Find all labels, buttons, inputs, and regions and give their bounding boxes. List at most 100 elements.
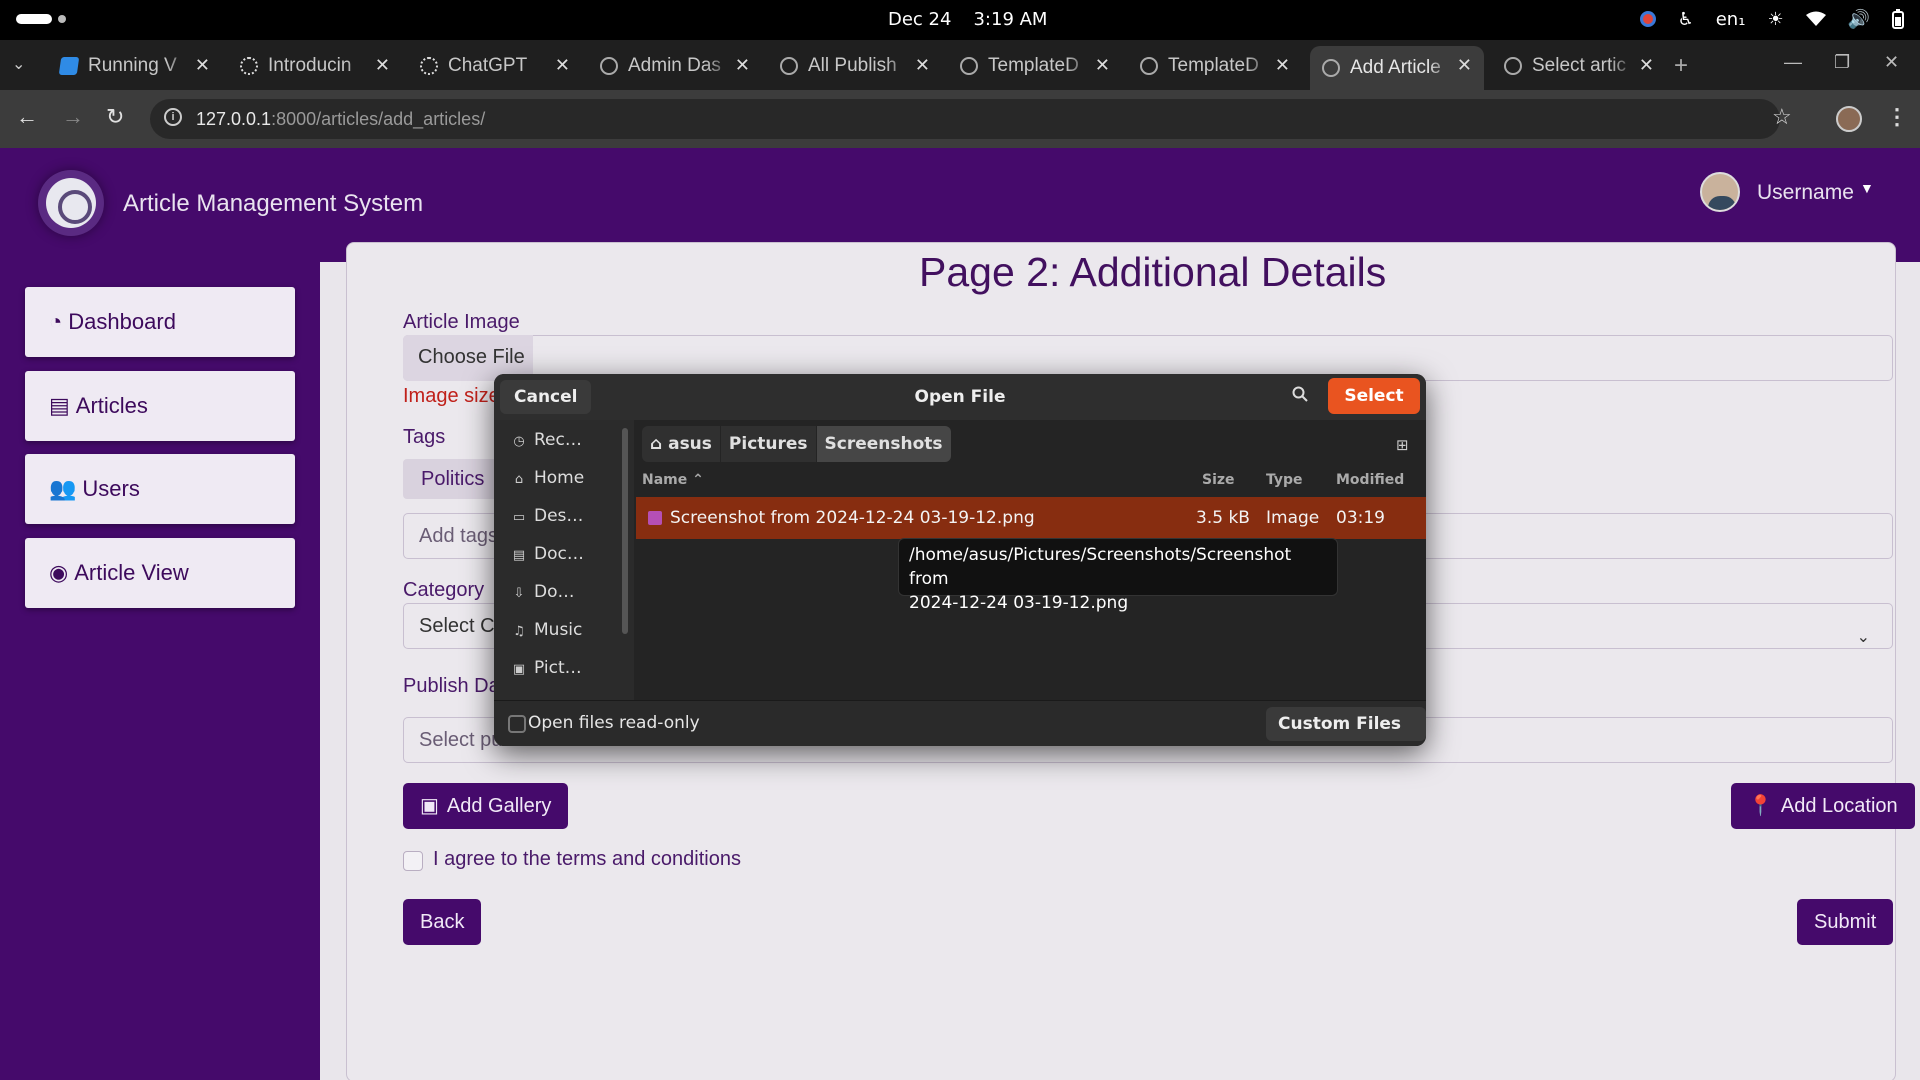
- select-button[interactable]: Select: [1328, 378, 1420, 414]
- minimize-icon[interactable]: —: [1784, 52, 1802, 73]
- new-tab-button[interactable]: +: [1674, 52, 1688, 80]
- browser-tab[interactable]: All Publish ✕: [768, 46, 942, 86]
- place-label: Home: [534, 468, 585, 488]
- place-label: Doc…: [534, 544, 584, 564]
- user-avatar[interactable]: [1700, 172, 1740, 212]
- search-icon[interactable]: [1292, 386, 1308, 406]
- address-bar[interactable]: i 127.0.0.1:8000/articles/add_articles/: [150, 99, 1780, 139]
- breadcrumb-pictures[interactable]: Pictures: [720, 426, 816, 462]
- activities-indicator[interactable]: [16, 14, 52, 24]
- add-location-button[interactable]: 📍 Add Location: [1731, 783, 1915, 829]
- back-button[interactable]: Back: [403, 899, 482, 945]
- grid-view-icon[interactable]: ⊞: [1396, 436, 1409, 454]
- profile-avatar[interactable]: [1836, 106, 1862, 132]
- sidebar-item-article-view[interactable]: ◉ Article View: [25, 538, 295, 608]
- tab-close-icon[interactable]: ✕: [1275, 55, 1290, 76]
- volume-icon: 🔊: [1847, 8, 1870, 30]
- breadcrumb-asus[interactable]: ⌂ asus: [642, 426, 720, 462]
- column-header-name[interactable]: Name ⌃: [642, 472, 704, 488]
- place-item[interactable]: ▤ Doc…: [512, 544, 584, 564]
- site-info-icon[interactable]: i: [164, 108, 182, 126]
- place-item[interactable]: ▭ Des…: [512, 506, 584, 526]
- sidebar-item-dashboard[interactable]: ◔ Dashboard: [25, 287, 295, 357]
- app-title[interactable]: Article Management System: [123, 190, 423, 218]
- tab-close-icon[interactable]: ✕: [1095, 55, 1110, 76]
- terms-checkbox[interactable]: [403, 851, 423, 871]
- file-row[interactable]: Screenshot from 2024-12-24 03-19-12.png …: [636, 497, 1426, 539]
- close-window-icon[interactable]: ✕: [1884, 52, 1899, 73]
- column-header-modified[interactable]: Modified: [1336, 472, 1404, 488]
- read-only-label[interactable]: Open files read-only: [528, 713, 700, 733]
- web-page: Article Management System Username ▼ ◔ Da…: [0, 148, 1920, 1080]
- path-breadcrumb: ⌂ asus Pictures Screenshots: [642, 426, 952, 462]
- bookmark-star-icon[interactable]: ☆: [1772, 104, 1792, 130]
- sidebar-item-users[interactable]: 👥 Users: [25, 454, 295, 524]
- submit-button[interactable]: Submit: [1797, 899, 1894, 945]
- globe-icon: [1140, 57, 1158, 75]
- tab-search-icon[interactable]: ⌄: [12, 54, 25, 74]
- place-item[interactable]: ▣ Pict…: [512, 658, 582, 678]
- breadcrumb-screenshots[interactable]: Screenshots: [816, 426, 951, 462]
- system-tray[interactable]: ♿ en₁ ☀ 🔊: [1639, 8, 1904, 30]
- browser-tab[interactable]: Add Article ✕: [1310, 46, 1484, 90]
- url-text[interactable]: 127.0.0.1:8000/articles/add_articles/: [196, 109, 485, 130]
- back-arrow-icon[interactable]: ←: [16, 104, 38, 130]
- tag-chip-politics[interactable]: Politics: [403, 459, 503, 499]
- desktop-icon: ▭: [512, 510, 526, 525]
- system-clock[interactable]: Dec 24 3:19 AM: [888, 9, 1069, 30]
- map-pin-icon: 📍: [1748, 795, 1773, 817]
- restore-icon[interactable]: ❐: [1834, 52, 1850, 73]
- tab-close-icon[interactable]: ✕: [195, 55, 210, 76]
- read-only-checkbox[interactable]: [508, 715, 526, 733]
- browser-tab[interactable]: Admin Das ✕: [588, 46, 762, 86]
- place-label: Music: [534, 620, 583, 640]
- globe-icon: [1322, 59, 1340, 77]
- place-label: Des…: [534, 506, 584, 526]
- browser-tab[interactable]: TemplateD ✕: [948, 46, 1122, 86]
- column-header-type[interactable]: Type: [1266, 472, 1303, 488]
- places-scrollbar[interactable]: [622, 428, 628, 634]
- tab-close-icon[interactable]: ✕: [915, 55, 930, 76]
- browser-tab[interactable]: Running V ✕: [48, 46, 222, 86]
- tab-title: TemplateD: [988, 55, 1079, 76]
- tooltip-line-1: /home/asus/Pictures/Screenshots/Screensh…: [909, 545, 1292, 589]
- browser-menu-icon[interactable]: ⋮: [1886, 104, 1908, 130]
- url-path: :8000/articles/add_articles/: [271, 109, 486, 129]
- add-gallery-button[interactable]: ▣ Add Gallery: [403, 783, 569, 829]
- screen-record-icon[interactable]: [1639, 8, 1656, 30]
- file-size: 3.5 kB: [1196, 508, 1250, 528]
- tab-close-icon[interactable]: ✕: [1639, 55, 1654, 76]
- open-file-dialog: Cancel Open File Select ◷ Rec… ⌂ Home ▭ Des… ▤…: [494, 374, 1426, 746]
- place-item[interactable]: ♫ Music: [512, 620, 582, 640]
- workspace-dot[interactable]: [58, 15, 66, 23]
- column-header-size[interactable]: Size: [1202, 472, 1235, 488]
- accessibility-icon[interactable]: ♿: [1678, 8, 1694, 30]
- globe-icon: [960, 57, 978, 75]
- place-item[interactable]: ⌂ Home: [512, 468, 584, 488]
- user-menu-toggle[interactable]: Username: [1757, 181, 1854, 205]
- browser-tab[interactable]: TemplateD ✕: [1128, 46, 1302, 86]
- category-label: Category: [403, 579, 485, 601]
- tab-close-icon[interactable]: ✕: [375, 55, 390, 76]
- browser-tab[interactable]: ChatGPT ✕: [408, 46, 582, 86]
- tab-close-icon[interactable]: ✕: [1457, 55, 1472, 76]
- browser-tab[interactable]: Introducin ✕: [228, 46, 402, 86]
- sort-up-icon: ⌃: [692, 472, 704, 488]
- forward-arrow-icon[interactable]: →: [62, 104, 84, 130]
- file-modified: 03:19: [1336, 508, 1385, 528]
- reload-icon[interactable]: ↻: [106, 104, 124, 130]
- browser-tab[interactable]: Select artic ✕: [1492, 46, 1666, 86]
- sidebar-item-articles[interactable]: ▤ Articles: [25, 371, 295, 441]
- place-item[interactable]: ⇩ Do…: [512, 582, 575, 602]
- tooltip-line-2: 2024-12-24 03-19-12.png: [909, 593, 1129, 613]
- tab-close-icon[interactable]: ✕: [735, 55, 750, 76]
- tab-close-icon[interactable]: ✕: [555, 55, 570, 76]
- dialog-title: Open File: [914, 387, 1006, 407]
- file-filter-dropdown[interactable]: Custom Files ⌄: [1266, 707, 1426, 741]
- terms-label[interactable]: I agree to the terms and conditions: [433, 848, 741, 871]
- app-logo[interactable]: [38, 170, 104, 236]
- place-item[interactable]: ◷ Rec…: [512, 430, 582, 450]
- file-path-tooltip: /home/asus/Pictures/Screenshots/Screensh…: [898, 538, 1338, 613]
- keyboard-layout[interactable]: en₁: [1716, 8, 1746, 30]
- caret-down-icon[interactable]: ▼: [1860, 180, 1874, 196]
